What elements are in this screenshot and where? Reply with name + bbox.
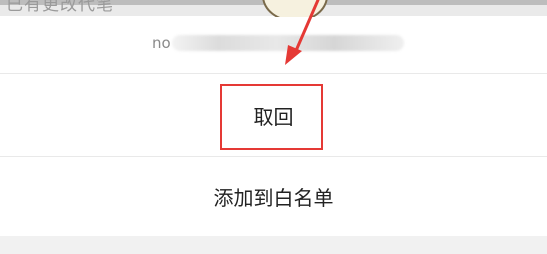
action-sheet-screen: 已有更改代笔 no 取回 添加到白名单 [0, 0, 547, 254]
phone-number-prefix: no [152, 34, 171, 52]
add-to-whitelist-button[interactable]: 添加到白名单 [0, 157, 547, 236]
sheet-bottom-gap [0, 236, 547, 254]
background-page-text: 已有更改代笔 [6, 0, 114, 15]
sheet-header: no [0, 17, 547, 73]
blurred-phone-number [172, 35, 404, 51]
highlight-annotation-box [220, 84, 323, 150]
add-to-whitelist-label: 添加到白名单 [213, 186, 334, 210]
